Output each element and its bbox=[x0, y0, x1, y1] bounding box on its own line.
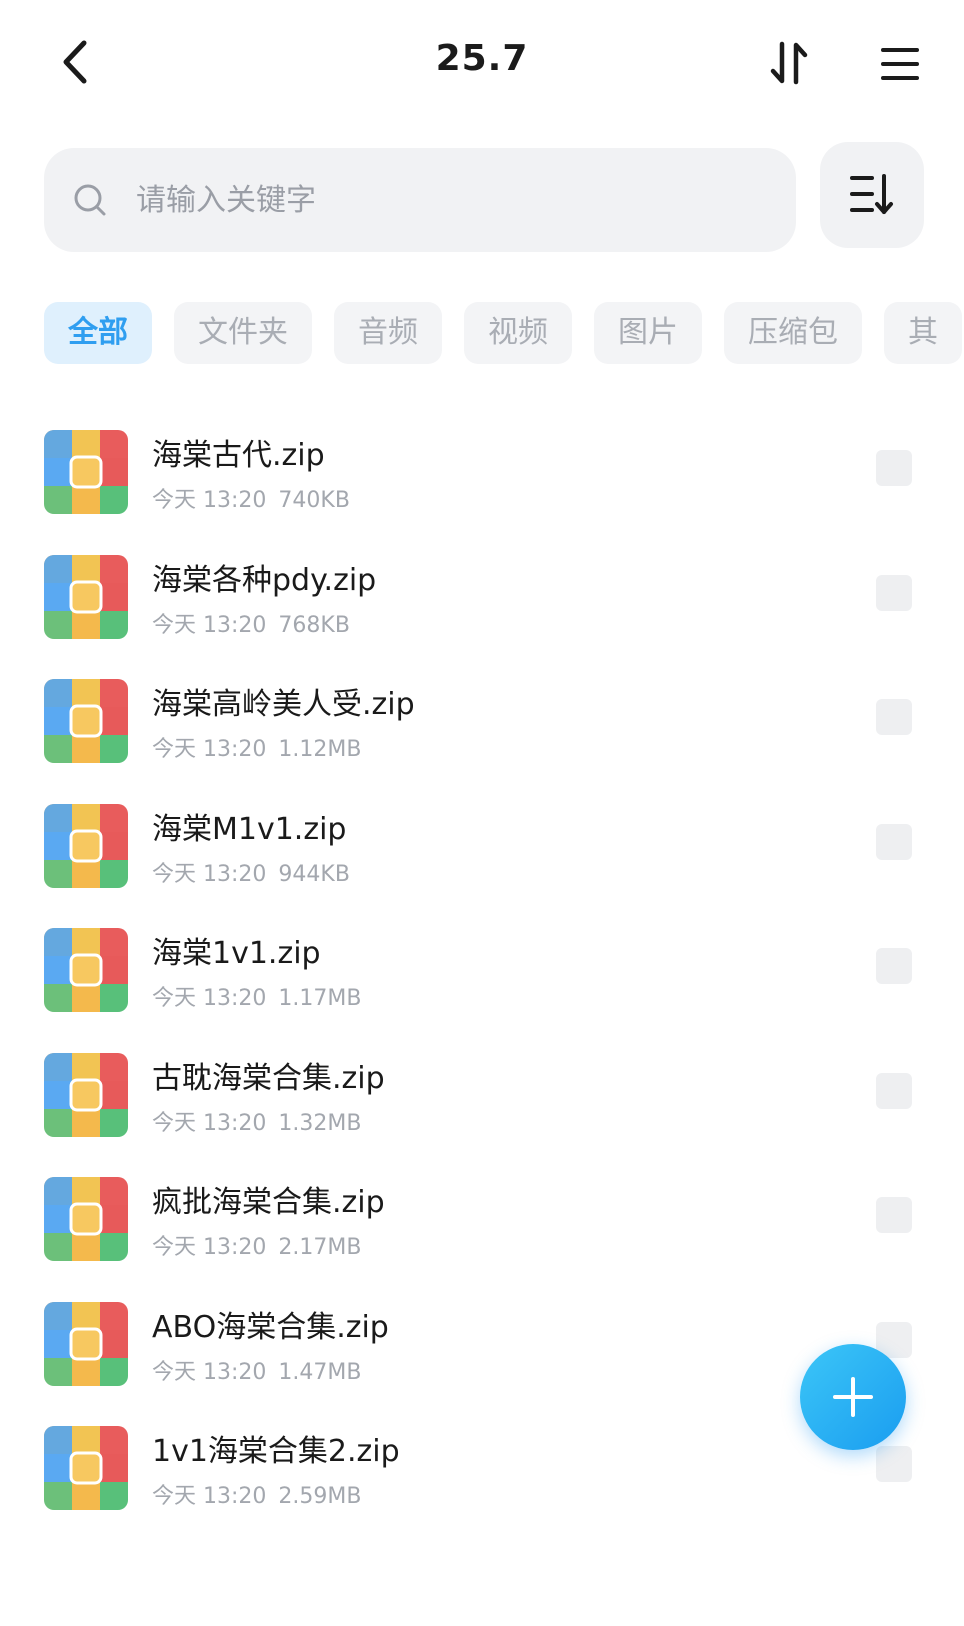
file-row[interactable]: 疯批海棠合集.zip 今天 13:20 2.17MB bbox=[0, 1167, 964, 1295]
file-meta: 今天 13:20 1.47MB bbox=[152, 1354, 361, 1386]
file-meta: 今天 13:20 1.17MB bbox=[152, 980, 361, 1012]
file-date: 今天 13:20 bbox=[152, 1235, 267, 1260]
select-checkbox[interactable] bbox=[876, 450, 912, 486]
file-row[interactable]: 海棠1v1.zip 今天 13:20 1.17MB bbox=[0, 918, 964, 1046]
select-checkbox[interactable] bbox=[876, 574, 912, 611]
file-name: ABO海棠合集.zip bbox=[152, 1309, 389, 1345]
file-meta: 今天 13:20 2.17MB bbox=[152, 1229, 361, 1261]
select-checkbox[interactable] bbox=[876, 1446, 912, 1482]
file-date: 今天 13:20 bbox=[152, 1484, 267, 1509]
page-title: 25.7 bbox=[435, 38, 529, 79]
tab-video[interactable]: 视频 bbox=[464, 302, 572, 364]
tab-folder[interactable]: 文件夹 bbox=[174, 302, 312, 364]
zip-archive-icon bbox=[44, 679, 128, 763]
file-size: 740KB bbox=[278, 488, 350, 513]
select-checkbox[interactable] bbox=[876, 699, 912, 735]
zip-archive-icon bbox=[44, 1301, 128, 1386]
file-meta: 今天 13:20 768KB bbox=[152, 607, 350, 639]
top-bar: 25.7 bbox=[0, 0, 964, 120]
file-row[interactable]: 海棠古代.zip 今天 13:20 740KB bbox=[0, 420, 964, 548]
file-size: 2.17MB bbox=[278, 1235, 362, 1260]
zip-archive-icon bbox=[44, 803, 128, 888]
search-input[interactable] bbox=[136, 148, 736, 252]
file-row[interactable]: 古耽海棠合集.zip 今天 13:20 1.32MB bbox=[0, 1043, 964, 1171]
file-size: 2.59MB bbox=[278, 1484, 362, 1509]
tab-other[interactable]: 其 bbox=[884, 302, 962, 364]
zip-archive-icon bbox=[44, 430, 128, 514]
select-checkbox[interactable] bbox=[876, 823, 912, 860]
file-name: 海棠M1v1.zip bbox=[152, 811, 347, 847]
file-size: 1.17MB bbox=[278, 986, 362, 1011]
select-checkbox[interactable] bbox=[876, 1197, 912, 1233]
file-meta: 今天 13:20 2.59MB bbox=[152, 1478, 361, 1510]
file-meta: 今天 13:20 944KB bbox=[152, 856, 350, 888]
zip-archive-icon bbox=[44, 1177, 128, 1261]
file-date: 今天 13:20 bbox=[152, 986, 267, 1011]
zip-archive-icon bbox=[44, 554, 128, 639]
search-bar[interactable] bbox=[44, 148, 796, 252]
file-meta: 今天 13:20 1.12MB bbox=[152, 731, 361, 763]
sort-order-button[interactable] bbox=[768, 40, 812, 86]
file-name: 1v1海棠合集2.zip bbox=[152, 1434, 400, 1469]
file-meta: 今天 13:20 740KB bbox=[152, 482, 350, 514]
select-checkbox[interactable] bbox=[876, 948, 912, 984]
file-date: 今天 13:20 bbox=[152, 1359, 267, 1385]
tab-all[interactable]: 全部 bbox=[44, 302, 152, 364]
file-row[interactable]: 海棠各种pdy.zip 今天 13:20 768KB bbox=[0, 545, 964, 673]
file-name: 古耽海棠合集.zip bbox=[152, 1060, 385, 1096]
file-date: 今天 13:20 bbox=[152, 861, 267, 887]
file-name: 海棠1v1.zip bbox=[152, 936, 321, 971]
file-size: 1.32MB bbox=[278, 1110, 362, 1136]
file-date: 今天 13:20 bbox=[152, 488, 267, 513]
filter-sort-button[interactable] bbox=[820, 142, 924, 248]
category-tabs: 全部 文件夹 音频 视频 图片 压缩包其 bbox=[44, 302, 964, 364]
tab-audio[interactable]: 音频 bbox=[334, 302, 442, 364]
search-icon bbox=[74, 184, 106, 216]
zip-archive-icon bbox=[44, 928, 128, 1012]
file-name: 海棠古代.zip bbox=[152, 438, 325, 473]
file-date: 今天 13:20 bbox=[152, 737, 267, 762]
plus-icon bbox=[833, 1377, 873, 1417]
file-size: 944KB bbox=[278, 861, 350, 887]
file-size: 768KB bbox=[278, 612, 350, 638]
file-size: 1.12MB bbox=[278, 737, 362, 762]
file-date: 今天 13:20 bbox=[152, 1110, 267, 1136]
file-row[interactable]: 海棠高岭美人受.zip 今天 13:20 1.12MB bbox=[0, 669, 964, 797]
file-date: 今天 13:20 bbox=[152, 612, 267, 638]
file-name: 疯批海棠合集.zip bbox=[152, 1185, 385, 1220]
file-meta: 今天 13:20 1.32MB bbox=[152, 1105, 361, 1137]
file-name: 海棠高岭美人受.zip bbox=[152, 687, 415, 722]
tab-image[interactable]: 图片 bbox=[594, 302, 702, 364]
select-checkbox[interactable] bbox=[876, 1072, 912, 1109]
zip-archive-icon bbox=[44, 1426, 128, 1510]
sort-list-icon bbox=[850, 174, 893, 214]
file-size: 1.47MB bbox=[278, 1359, 362, 1385]
sort-arrows-icon bbox=[770, 41, 808, 85]
hamburger-menu-icon bbox=[881, 48, 919, 80]
add-button[interactable] bbox=[800, 1344, 906, 1450]
menu-button[interactable] bbox=[880, 44, 920, 84]
file-name: 海棠各种pdy.zip bbox=[152, 562, 377, 598]
file-row[interactable]: 海棠M1v1.zip 今天 13:20 944KB bbox=[0, 794, 964, 922]
tab-archive[interactable]: 压缩包 bbox=[724, 302, 862, 364]
zip-archive-icon bbox=[44, 1052, 128, 1137]
